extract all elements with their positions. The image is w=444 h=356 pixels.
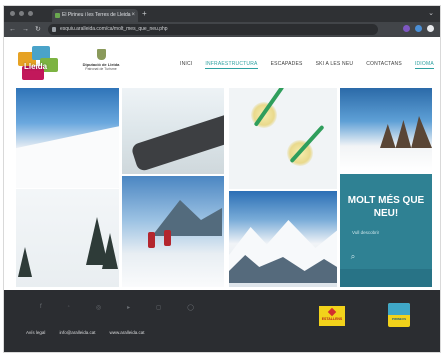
photo-hiker-forest[interactable] (340, 88, 432, 171)
photo-snowy-road[interactable] (122, 88, 224, 174)
new-tab-button[interactable]: + (142, 8, 147, 20)
photo-ski-poles[interactable] (229, 88, 337, 189)
social-links: f ◦ ◎ ▸ ◻ ◯ (40, 304, 194, 311)
tab-close-icon[interactable]: × (131, 9, 135, 22)
photo-mountain-range[interactable] (229, 191, 337, 287)
browser-nav-buttons: ← → ↻ (9, 24, 41, 35)
favicon-icon (55, 13, 60, 18)
url-input[interactable]: esquiu.aralleida.com/ca/molt_mes_que_neu… (48, 24, 378, 35)
crest-icon (96, 49, 106, 60)
footer-links: Avís legal info@aralleida.cat www.aralle… (26, 330, 145, 335)
minimize-window-icon[interactable] (19, 11, 24, 16)
menu-item-contacta[interactable]: CONTACTANS (366, 61, 402, 69)
extension-icons (403, 25, 434, 32)
menu-item-inici[interactable]: INICI (180, 61, 192, 69)
promo-link[interactable]: Vull descobrir (352, 230, 379, 235)
site-logo[interactable]: Lleida (18, 46, 62, 84)
search-icon[interactable]: ⌕ (346, 250, 360, 264)
photo-hikers-mountain[interactable] (122, 176, 224, 287)
instagram-icon[interactable]: ◎ (96, 304, 101, 311)
footer-link-legal[interactable]: Avís legal (26, 330, 45, 335)
sponsor-badge-label: ESTALLENS (321, 317, 343, 321)
pirineus-badge-label: PIRINEUS (391, 317, 407, 321)
promo-title: MOLT MÉS QUE NEU! (347, 195, 425, 219)
menu-item-escapades[interactable]: ESCAPADES (271, 61, 303, 69)
extension-icon[interactable] (415, 25, 422, 32)
extension-icon[interactable] (403, 25, 410, 32)
url-text: esquiu.aralleida.com/ca/molt_mes_que_neu… (60, 26, 168, 32)
lock-icon (52, 27, 56, 32)
twitter-icon[interactable]: ◦ (68, 304, 70, 311)
flickr-icon[interactable]: ◻ (156, 304, 161, 311)
reload-icon[interactable]: ↻ (35, 24, 41, 35)
facebook-icon[interactable]: f (40, 304, 42, 311)
promo-card[interactable]: MOLT MÉS QUE NEU! Vull descobrir ⌕ (340, 174, 432, 287)
chevron-down-icon[interactable]: ⌄ (428, 8, 434, 20)
browser-window: El Pirineu i les Terres de Lleida × + ⌄ … (4, 6, 440, 352)
maximize-window-icon[interactable] (28, 11, 33, 16)
close-window-icon[interactable] (10, 11, 15, 16)
promo-strip (340, 269, 432, 287)
back-icon[interactable]: ← (9, 24, 16, 35)
browser-address-bar: ← → ↻ esquiu.aralleida.com/ca/molt_mes_q… (4, 22, 440, 37)
profile-avatar[interactable] (427, 25, 434, 32)
menu-item-idioma[interactable]: IDIOMA (414, 61, 434, 69)
footer-link-email[interactable]: info@aralleida.cat (59, 330, 95, 335)
forward-icon[interactable]: → (22, 24, 29, 35)
logo-text: Lleida (24, 62, 48, 71)
photo-skier-slope[interactable] (16, 88, 119, 188)
menu-item-ski[interactable]: SKI A LES NEU (316, 61, 354, 69)
window-controls[interactable] (10, 11, 33, 16)
site-header: Lleida Diputació de Lleida Patronat de T… (4, 37, 440, 91)
pinterest-icon[interactable]: ◯ (187, 304, 194, 311)
footer-link-web[interactable]: www.aralleida.cat (110, 330, 145, 335)
main-menu: INICI INFRAESTRUCTURA ESCAPADES SKI A LE… (180, 61, 434, 69)
diputacio-logo[interactable]: Diputació de Lleida Patronat de Turisme (78, 49, 124, 71)
sponsor-badge[interactable]: ESTALLENS (319, 306, 345, 326)
tab-title: El Pirineu i les Terres de Lleida (62, 12, 131, 18)
site-footer: f ◦ ◎ ▸ ◻ ◯ Avís legal info@aralleida.ca… (4, 290, 440, 352)
sponsor-logo-icon (327, 307, 337, 317)
pirineus-badge[interactable]: PIRINEUS (388, 303, 410, 327)
browser-tab-bar: El Pirineu i les Terres de Lleida × + ⌄ (4, 6, 440, 22)
photo-grid: MOLT MÉS QUE NEU! Vull descobrir ⌕ (14, 88, 432, 289)
browser-tab[interactable]: El Pirineu i les Terres de Lleida × (52, 9, 138, 22)
diputacio-subtitle: Patronat de Turisme (85, 67, 117, 71)
menu-item-infraestructura[interactable]: INFRAESTRUCTURA (205, 61, 258, 69)
youtube-icon[interactable]: ▸ (127, 304, 130, 311)
mountain-logo-icon (388, 303, 410, 315)
photo-snowy-trees[interactable] (16, 189, 119, 287)
